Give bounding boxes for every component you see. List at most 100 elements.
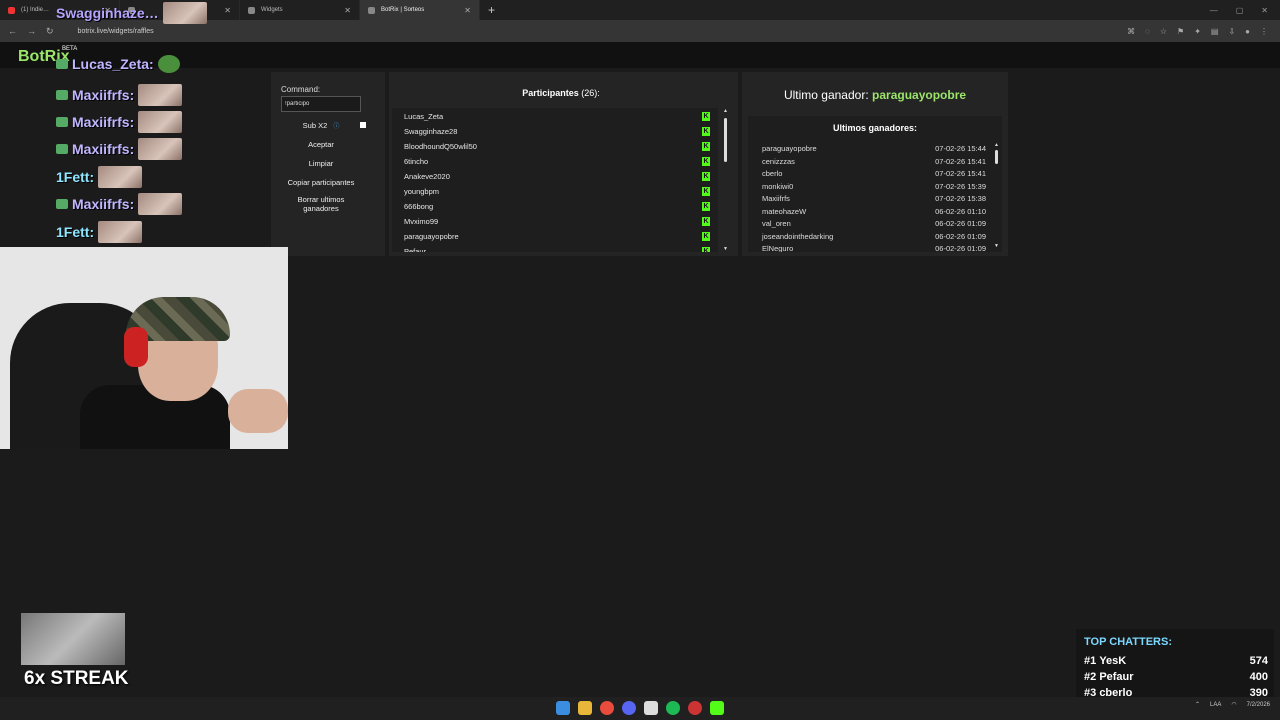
sub-badge-icon — [56, 144, 68, 154]
chat-message: Maxiifrfs: — [56, 111, 183, 133]
participants-scrollbar[interactable] — [724, 118, 727, 162]
winners-scrollbar[interactable] — [995, 150, 998, 164]
close-icon[interactable]: ✕ — [224, 6, 231, 15]
puzzle-icon[interactable]: ✦ — [1194, 27, 1201, 36]
wifi-icon[interactable]: ◠ — [1231, 701, 1236, 708]
top-chatter-row: #2 Pefaur 400 — [1084, 671, 1268, 683]
reload-icon[interactable]: ↻ — [46, 26, 54, 37]
emote-image — [98, 166, 143, 188]
sub-badge-icon — [56, 117, 68, 127]
last-winner: Ultimo ganador: paraguayopobre — [742, 88, 1008, 102]
forward-icon[interactable]: → — [27, 26, 36, 36]
copy-participants-button[interactable]: Copiar participantes — [271, 178, 371, 187]
sub-x2-toggle[interactable]: Sub X2 ⓘ — [281, 121, 361, 130]
winner-row: ElNeguro 06-02-26 01:09 — [762, 244, 992, 252]
winners-list[interactable]: Ultimos ganadores: paraguayopobre 07-02-2… — [748, 116, 1002, 252]
minimize-icon[interactable]: — — [1210, 6, 1218, 15]
clock-date[interactable]: 7/2/2026 — [1247, 702, 1270, 708]
extension-icon[interactable]: ⚑ — [1177, 27, 1184, 36]
participants-list[interactable]: Lucas_Zeta K Swagginhaze28 K BloodhoundQ50wl… — [392, 108, 718, 252]
winner-date: 07-02-26 15:39 — [935, 181, 986, 191]
browser-tab-active[interactable]: BotRix | Sorteos ✕ — [360, 0, 480, 20]
back-icon[interactable]: ← — [8, 26, 17, 36]
streak-image — [21, 613, 125, 665]
kick-icon: K — [702, 202, 710, 211]
winner-name: monkiwi0 — [762, 181, 794, 191]
kick-icon: K — [702, 217, 710, 226]
last-winner-label: Ultimo ganador: — [783, 88, 869, 102]
info-icon[interactable]: ⓘ — [333, 124, 339, 130]
eye-off-icon[interactable]: ◌ — [1145, 27, 1150, 36]
profile-avatar[interactable]: ● — [1245, 27, 1250, 36]
botrix-icon — [368, 6, 375, 14]
chat-username: Maxiifrfs: — [72, 114, 135, 130]
sub-x2-checkbox[interactable] — [360, 122, 366, 128]
kick-icon[interactable] — [710, 701, 724, 715]
accept-button[interactable]: Aceptar — [281, 140, 361, 149]
winner-date: 06-02-26 01:09 — [935, 244, 986, 252]
scroll-down-icon[interactable]: ▼ — [723, 246, 728, 252]
window-controls: — ▢ ✕ — [1210, 6, 1280, 15]
chat-message: Swagginhaze… — [56, 2, 207, 24]
delete-winners-button[interactable]: Borrar ultimos ganadores — [281, 195, 361, 213]
top-chatter-row: #1 YesK 574 — [1084, 655, 1268, 667]
scroll-up-icon[interactable]: ▲ — [723, 108, 728, 114]
tab-title: BotRix | Sorteos — [381, 7, 425, 13]
raffle-controls-panel: Command: Sub X2 ⓘ Aceptar Limpiar Copiar… — [271, 72, 385, 256]
scroll-up-icon[interactable]: ▲ — [994, 142, 999, 148]
url-field[interactable]: botrix.live/widgets/raffles — [78, 28, 154, 35]
obs-icon[interactable] — [688, 701, 702, 715]
close-icon[interactable]: ✕ — [344, 6, 351, 15]
kick-icon: K — [702, 142, 710, 151]
emote-image — [138, 111, 183, 133]
discord-icon[interactable] — [622, 701, 636, 715]
participant-name: Swagginhaze28 — [404, 127, 458, 136]
emote-image — [98, 221, 143, 243]
notepad-icon[interactable] — [644, 701, 658, 715]
sidebar-icon[interactable]: ▤ — [1211, 27, 1219, 36]
participant-name: Pefaur — [404, 247, 427, 252]
command-label: Command: — [281, 85, 321, 94]
winner-date: 07-02-26 15:41 — [935, 169, 986, 178]
kick-icon: K — [702, 127, 710, 136]
chatter-score: 400 — [1249, 671, 1268, 683]
participant-row: paraguayopobre K — [392, 229, 718, 244]
file-explorer-icon[interactable] — [578, 701, 592, 715]
participant-name: 6tincho — [404, 157, 429, 166]
delete-winners-label: ganadores — [303, 204, 339, 213]
spotify-icon[interactable] — [666, 701, 680, 715]
star-icon[interactable]: ☆ — [1160, 27, 1167, 36]
tray-chevron-icon[interactable]: ⌃ — [1195, 701, 1200, 708]
close-window-icon[interactable]: ✕ — [1261, 6, 1268, 15]
winner-row: mateohazeW 06-02-26 01:10 — [762, 207, 992, 216]
translate-icon[interactable]: ⌘ — [1127, 27, 1135, 36]
command-input[interactable] — [281, 96, 361, 112]
winner-date: 07-02-26 15:44 — [935, 144, 986, 153]
chat-message: Maxiifrfs: — [56, 84, 183, 106]
tab-title: Widgets — [261, 7, 283, 13]
winners-list-title: Ultimos ganadores: — [832, 123, 917, 133]
language-indicator[interactable]: LAA — [1210, 702, 1221, 708]
streak-label: 6x STREAK — [24, 668, 129, 689]
download-icon[interactable]: ⇩ — [1228, 27, 1235, 36]
kick-icon: K — [702, 112, 710, 121]
scroll-down-icon[interactable]: ▼ — [994, 243, 999, 249]
windows-start-icon[interactable] — [556, 701, 570, 715]
menu-icon[interactable]: ⋮ — [1260, 27, 1268, 36]
new-tab-button[interactable]: + — [480, 3, 503, 17]
chat-username: Maxiifrfs: — [72, 196, 135, 212]
sub-badge-icon — [56, 59, 68, 69]
participant-row: Anakeve2020 K — [392, 169, 718, 184]
winner-name: cberlo — [762, 169, 783, 178]
maximize-icon[interactable]: ▢ — [1236, 6, 1244, 15]
close-icon[interactable]: ✕ — [464, 6, 471, 15]
frog-emote — [157, 55, 180, 73]
chatter-score: 574 — [1249, 655, 1268, 667]
chatter-name: YesK — [1099, 655, 1127, 667]
clear-button[interactable]: Limpiar — [281, 159, 361, 168]
winner-name: ElNeguro — [762, 244, 794, 252]
emote-image — [138, 84, 183, 106]
participant-row: BloodhoundQ50wlil50 K — [392, 139, 718, 154]
browser-tab[interactable]: Widgets ✕ — [240, 0, 360, 20]
chrome-icon[interactable] — [600, 701, 614, 715]
